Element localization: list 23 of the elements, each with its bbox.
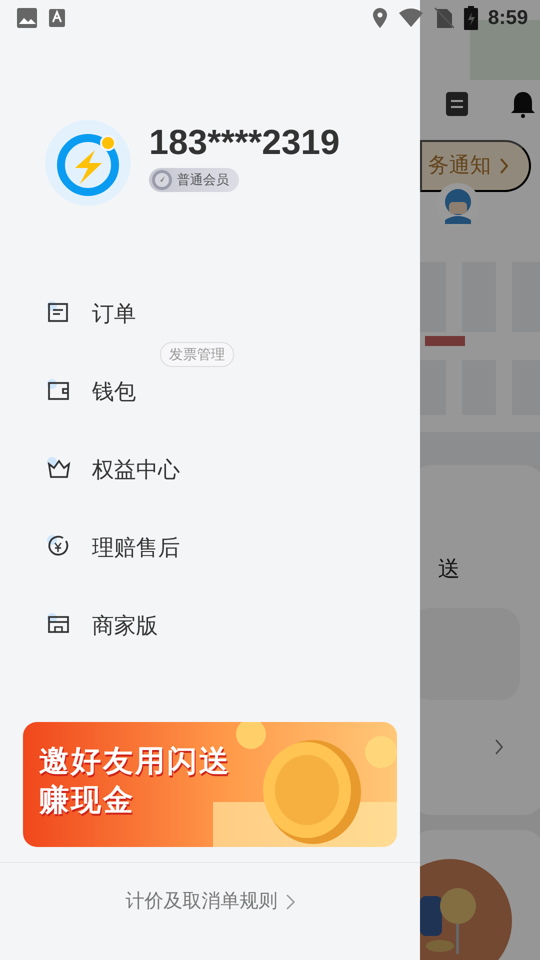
member-badge: 普通会员 [149,168,239,192]
chevron-icon [499,156,509,175]
menu-item[interactable]: 权益中心 [0,430,186,508]
menu-item[interactable]: 商家版 [0,586,164,664]
font-icon [48,8,66,28]
wifi-icon [398,8,424,28]
image-icon [16,7,38,29]
menu-item[interactable]: 理赔售后 [0,508,186,586]
medal-icon [151,169,173,191]
chevron-icon [286,894,294,910]
no-sim-icon [434,7,454,29]
clock: 8:59 [488,6,528,31]
chevron-icon[interactable] [494,738,504,756]
rules-link[interactable]: 计价及取消单规则 [120,887,300,918]
menu-item[interactable]: 钱包 [0,352,142,430]
tag-bubble: 发票管理 [160,342,234,367]
bell-icon[interactable] [510,90,536,118]
phone-number: 183****2319 [149,122,340,164]
card-title: 送 [438,555,460,583]
menu-item[interactable]: 订单 [0,274,142,352]
menu-icon[interactable] [446,92,468,116]
battery-icon [464,6,478,30]
location-icon [372,7,388,29]
